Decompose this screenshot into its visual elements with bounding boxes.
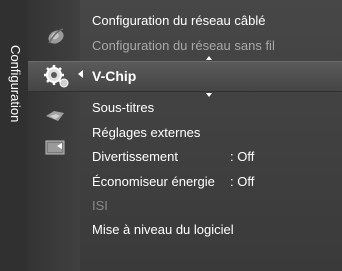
globe-icon[interactable] — [44, 24, 68, 48]
menu-item-energy-saver[interactable]: Économiseur énergie — [92, 172, 215, 192]
menu-item-entertainment[interactable]: Divertissement — [92, 147, 178, 167]
scroll-down-icon[interactable] — [206, 93, 212, 97]
menu-item-software-update[interactable]: Mise à niveau du logiciel — [92, 220, 234, 240]
menu-item-external-settings[interactable]: Réglages externes — [92, 123, 200, 143]
speaker-icon[interactable] — [44, 106, 66, 126]
input-icon[interactable] — [45, 138, 67, 158]
settings-gear-icon[interactable] — [42, 63, 70, 89]
side-tab-label: Configuration — [8, 45, 23, 123]
selection-highlight — [28, 61, 342, 92]
menu-item-subtitles[interactable]: Sous-titres — [92, 98, 154, 118]
selection-arrow-icon — [78, 70, 83, 78]
entertainment-value: : Off — [230, 149, 255, 164]
menu-item-wired-network[interactable]: Configuration du réseau câblé — [92, 11, 265, 31]
menu-item-v-chip[interactable]: V-Chip — [92, 66, 136, 86]
menu-window: Configuration Configuration du réseau câ… — [0, 0, 342, 271]
side-tab: Configuration — [0, 0, 28, 271]
energy-saver-value: : Off — [230, 174, 255, 189]
scroll-up-icon[interactable] — [206, 56, 212, 60]
menu-item-wireless-network[interactable]: Configuration du réseau sans fil — [92, 36, 275, 56]
menu-item-isi: ISI — [92, 198, 108, 213]
